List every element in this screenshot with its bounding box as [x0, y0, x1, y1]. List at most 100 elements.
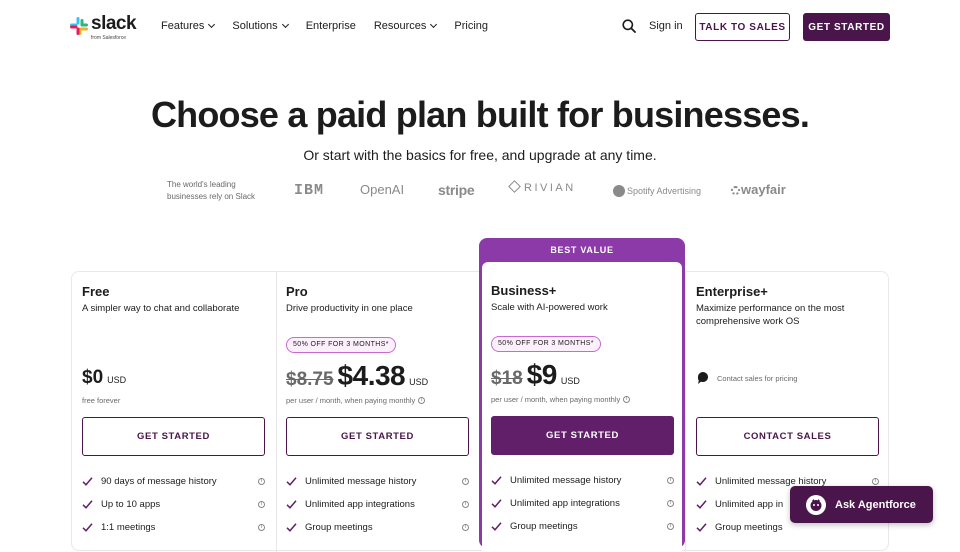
check-icon	[82, 477, 93, 486]
price-note: per user / month, when paying monthly i	[286, 396, 426, 405]
menu-label: Pricing	[454, 20, 489, 32]
logo-wordmark: slack	[91, 13, 137, 34]
agent-face-icon	[810, 498, 822, 511]
business-plus-get-started-button[interactable]: GET STARTED	[491, 416, 674, 455]
original-price: $8.75	[286, 369, 334, 390]
main-menu: Features Solutions Enterprise Resources …	[161, 20, 506, 32]
feature-label: Up to 10 apps	[101, 499, 161, 510]
feature-item: Unlimited app integrations i	[286, 499, 469, 510]
check-icon	[491, 499, 502, 508]
sign-in-link[interactable]: Sign in	[649, 20, 683, 32]
check-icon	[286, 477, 297, 486]
chevron-down-icon	[208, 20, 216, 29]
search-icon[interactable]	[622, 19, 636, 33]
menu-label: Resources	[373, 20, 427, 32]
info-icon[interactable]: i	[667, 500, 674, 507]
menu-label: Solutions	[232, 20, 278, 32]
plan-price: $18 $9 USD	[491, 359, 580, 391]
check-icon	[286, 500, 297, 509]
page-subtitle: Or start with the basics for free, and u…	[303, 147, 657, 163]
check-icon	[491, 522, 502, 531]
plan-name: Pro	[286, 284, 308, 299]
feature-item: Up to 10 apps i	[82, 499, 265, 510]
plan-card-pro: Pro Drive productivity in one place 50% …	[277, 272, 481, 552]
info-icon[interactable]: i	[462, 524, 469, 531]
page-title: Choose a paid plan built for businesses.	[150, 94, 810, 135]
menu-label: Enterprise	[305, 20, 356, 32]
plan-name: Business+	[491, 283, 557, 298]
feature-label: Unlimited app integrations	[510, 498, 620, 509]
menu-pricing[interactable]: Pricing	[454, 20, 488, 32]
price-currency: USD	[409, 377, 429, 387]
talk-to-sales-button[interactable]: TALK TO SALES	[695, 13, 790, 41]
slack-logo-icon	[70, 17, 88, 35]
info-icon[interactable]: i	[667, 477, 674, 484]
slack-logo[interactable]: slack from Salesforce	[70, 13, 140, 42]
top-navigation: slack from Salesforce Features Solutions…	[0, 0, 960, 54]
info-icon[interactable]: i	[258, 478, 265, 485]
wayfair-icon	[731, 186, 740, 195]
menu-enterprise[interactable]: Enterprise	[306, 20, 356, 32]
check-icon	[82, 500, 93, 509]
chat-bubble-icon	[697, 372, 708, 384]
agentforce-label: Ask Agentforce	[835, 498, 916, 511]
spotify-wordmark: Spotify Advertising	[627, 186, 702, 196]
feature-label: 1:1 meetings	[101, 522, 156, 533]
pro-get-started-button[interactable]: GET STARTED	[286, 417, 469, 456]
feature-item: 1:1 meetings i	[82, 522, 265, 533]
info-icon[interactable]: i	[462, 478, 469, 485]
spotify-advertising-logo: Spotify Advertising	[613, 185, 701, 197]
check-icon	[286, 523, 297, 532]
agentforce-icon	[806, 494, 826, 515]
ask-agentforce-button[interactable]: Ask Agentforce	[790, 486, 933, 523]
info-icon[interactable]: i	[623, 396, 631, 403]
rivian-logo: RIVIAN	[508, 180, 576, 194]
price-value: $9	[526, 359, 558, 390]
business-plus-body: Business+ Scale with AI-powered work 50%…	[482, 262, 682, 552]
menu-resources[interactable]: Resources	[373, 20, 438, 32]
info-icon[interactable]: i	[667, 523, 674, 530]
feature-label: Unlimited message history	[510, 475, 622, 486]
spotify-icon	[613, 185, 625, 197]
feature-label: Group meetings	[510, 521, 578, 532]
menu-solutions[interactable]: Solutions	[232, 20, 289, 32]
check-icon	[491, 476, 502, 485]
feature-item: Unlimited message history i	[491, 475, 674, 486]
feature-item: 90 days of message history i	[82, 476, 265, 487]
price-value: $0	[82, 367, 104, 388]
promo-badge: 50% OFF FOR 3 MONTHS*	[286, 337, 396, 353]
ibm-logo: IBM	[294, 182, 325, 199]
original-price: $18	[491, 368, 523, 389]
plan-name: Free	[82, 284, 110, 299]
price-note-text: per user / month, when paying monthly	[286, 396, 416, 405]
chevron-down-icon	[430, 20, 438, 29]
price-note: per user / month, when paying monthly i	[491, 395, 631, 404]
rivian-wordmark: RIVIAN	[524, 182, 576, 194]
logo-tagline: from Salesforce	[91, 35, 127, 41]
info-icon[interactable]: i	[462, 501, 469, 508]
plan-description: Maximize performance on the most compreh…	[696, 303, 845, 327]
contact-sales-button[interactable]: CONTACT SALES	[696, 417, 879, 456]
plan-description: Scale with AI-powered work	[491, 302, 608, 313]
price-note-text: per user / month, when paying monthly	[491, 395, 621, 404]
stripe-logo: stripe	[438, 182, 475, 198]
plan-card-business-plus: BEST VALUE Business+ Scale with AI-power…	[479, 238, 685, 552]
info-icon[interactable]: i	[418, 397, 426, 404]
info-icon[interactable]: i	[872, 478, 879, 485]
feature-label: Group meetings	[715, 522, 783, 533]
price-value: $4.38	[337, 360, 406, 391]
feature-item: Unlimited message history i	[286, 476, 469, 487]
price-currency: USD	[560, 376, 580, 386]
menu-features[interactable]: Features	[161, 20, 216, 32]
info-icon[interactable]: i	[258, 524, 265, 531]
free-get-started-button[interactable]: GET STARTED	[82, 417, 265, 456]
get-started-button[interactable]: GET STARTED	[803, 13, 890, 41]
menu-label: Features	[161, 20, 205, 32]
feature-label: Unlimited app integrations	[305, 499, 415, 510]
wayfair-wordmark: wayfair	[741, 182, 786, 197]
contact-pricing: Contact sales for pricing	[696, 371, 797, 386]
rivian-emblem-icon	[508, 180, 521, 193]
info-icon[interactable]: i	[258, 501, 265, 508]
chevron-down-icon	[281, 20, 289, 29]
best-value-badge: BEST VALUE	[550, 245, 614, 255]
